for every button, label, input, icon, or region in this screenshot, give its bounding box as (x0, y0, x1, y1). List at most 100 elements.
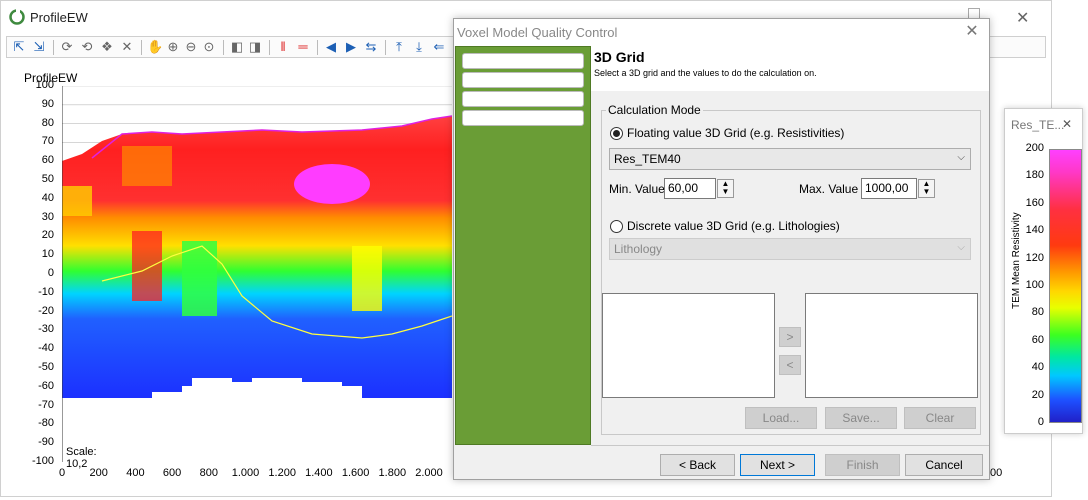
floating-grid-select[interactable]: Res_TEM40 ⌵ (609, 148, 971, 170)
y-tick-label: -70 (38, 398, 54, 411)
page-title: 3D Grid (594, 49, 645, 65)
vertical-line-icon[interactable]: ‖ (275, 39, 291, 55)
colorbar-tick-label: 200 (1025, 142, 1044, 154)
zoom-in-icon[interactable]: ⊕ (165, 39, 181, 55)
x-tick-label: 1.400 (305, 467, 333, 479)
discrete-grid-value: Lithology (614, 242, 663, 256)
y-tick-label: 20 (41, 229, 54, 242)
y-tick-label: 50 (41, 173, 54, 185)
x-tick-label: 1.800 (378, 467, 407, 479)
arrow-back-icon[interactable]: ⇐ (431, 39, 447, 55)
x-tick-label: 1.600 (341, 467, 370, 479)
refresh-icon[interactable]: ⟳ (59, 39, 75, 55)
arrow-right-icon[interactable]: ▶ (343, 39, 359, 55)
wizard-step-4[interactable] (462, 110, 584, 126)
max-spinner-icon[interactable]: ▲ ▼ (918, 179, 935, 198)
colorbar-tick-label: 20 (1031, 388, 1044, 401)
floating-radio-label: Floating value 3D Grid (e.g. Resistiviti… (627, 126, 845, 140)
wizard-step-3[interactable] (462, 91, 584, 107)
x-tick-label: 600 (162, 467, 182, 479)
x-tick-label: 200 (89, 467, 108, 479)
select-arrow-icon[interactable]: ⇱ (11, 39, 27, 55)
wizard-step-1[interactable] (462, 53, 584, 69)
move-bottom-icon[interactable]: ⤓ (411, 39, 427, 55)
available-values-list[interactable] (602, 293, 775, 398)
layers-icon[interactable]: ❖ (99, 39, 115, 55)
floating-grid-value: Res_TEM40 (614, 152, 681, 166)
y-tick-label: -10 (38, 285, 54, 298)
y-tick-label: 60 (41, 154, 54, 167)
colorbar-axis-label: TEM Mean Resistivity (1011, 212, 1022, 309)
load-button[interactable]: Load... (745, 407, 817, 429)
dialog-close-icon[interactable]: ✕ (960, 21, 984, 43)
arrow-left-icon[interactable]: ◀ (323, 39, 339, 55)
selected-values-list[interactable] (805, 293, 978, 398)
clear-button[interactable]: Clear (904, 407, 976, 429)
pan-hand-icon[interactable]: ✋ (147, 39, 163, 55)
discrete-grid-select[interactable]: Lithology ⌵ (609, 238, 971, 260)
next-view-icon[interactable]: ◨ (247, 39, 263, 55)
y-tick-label: 0 (47, 267, 54, 279)
y-tick-label: -20 (38, 304, 54, 317)
save-button[interactable]: Save... (825, 407, 897, 429)
finish-button[interactable]: Finish (825, 454, 900, 476)
min-value-input[interactable]: 60,00 (664, 178, 716, 199)
delete-icon[interactable]: ✕ (119, 39, 135, 55)
y-tick-label: -100 (31, 455, 54, 467)
colorbar-tick-label: 40 (1031, 361, 1044, 374)
swap-icon[interactable]: ⇆ (363, 39, 379, 55)
y-tick-label: -80 (38, 417, 54, 430)
y-tick-label: 70 (41, 135, 54, 148)
move-left-button[interactable]: < (779, 355, 801, 375)
move-right-button[interactable]: > (779, 327, 801, 347)
floating-radio[interactable] (610, 127, 623, 140)
x-tick-label: 1.200 (268, 467, 296, 479)
colorbar-tick-label: 60 (1031, 333, 1044, 346)
group-title: Calculation Mode (606, 103, 703, 117)
app-logo-icon (9, 9, 25, 25)
zoom-extent-icon[interactable]: ⊙ (201, 39, 217, 55)
colorbar-close-icon[interactable]: ✕ (1062, 117, 1072, 131)
x-tick-label: 400 (126, 467, 145, 479)
y-tick-label: 100 (35, 79, 54, 91)
dialog-title: Voxel Model Quality Control (457, 25, 618, 40)
max-value-label: Max. Value (799, 182, 859, 196)
back-button[interactable]: < Back (660, 454, 735, 476)
move-top-icon[interactable]: ⤒ (391, 39, 407, 55)
y-tick-label: -40 (38, 342, 54, 355)
scale-label: Scale: 10,2 (63, 444, 121, 470)
page-subtitle: Select a 3D grid and the values to do th… (594, 68, 817, 78)
previous-view-icon[interactable]: ◧ (229, 39, 245, 55)
horizontal-line-icon[interactable]: ═ (295, 39, 311, 55)
partial-tick-label: 00 (990, 467, 1003, 479)
select-region-icon[interactable]: ⇲ (31, 39, 47, 55)
x-tick-label: 800 (199, 467, 218, 479)
wizard-header: 3D Grid Select a 3D grid and the values … (591, 46, 989, 91)
colorbar-tick-label: 0 (1037, 416, 1044, 428)
next-button[interactable]: Next > (740, 454, 815, 476)
min-value-label: Min. Value (609, 182, 665, 196)
cancel-button[interactable]: Cancel (905, 454, 983, 476)
discrete-radio-label: Discrete value 3D Grid (e.g. Lithologies… (627, 219, 840, 233)
colorbar-gradient (1049, 149, 1082, 423)
voxel-qc-dialog: Voxel Model Quality Control ✕ 3D Grid Se… (453, 18, 990, 480)
zoom-out-icon[interactable]: ⊖ (183, 39, 199, 55)
y-tick-label: 90 (41, 97, 54, 110)
y-tick-label: -60 (38, 379, 54, 392)
close-icon[interactable]: ✕ (1016, 8, 1029, 28)
wizard-sidebar (455, 46, 591, 445)
y-tick-label: 10 (41, 248, 54, 261)
discrete-radio[interactable] (610, 220, 623, 233)
y-tick-label: 30 (41, 210, 54, 223)
profile-plot[interactable] (62, 86, 452, 462)
max-value-input[interactable]: 1000,00 (861, 178, 917, 199)
footer-separator (591, 445, 989, 446)
wizard-step-2[interactable] (462, 72, 584, 88)
y-tick-label: 80 (41, 116, 54, 129)
colorbar-window: Res_TE... ✕ 200 180 160 140 120 100 80 60 40 20 0 … (1004, 108, 1083, 434)
x-tick-label: 2.000 (415, 467, 443, 479)
reload-icon[interactable]: ⟲ (79, 39, 95, 55)
y-tick-label: -50 (38, 361, 54, 373)
min-spinner-icon[interactable]: ▲ ▼ (717, 179, 734, 198)
colorbar-title: Res_TE... (1011, 118, 1065, 132)
